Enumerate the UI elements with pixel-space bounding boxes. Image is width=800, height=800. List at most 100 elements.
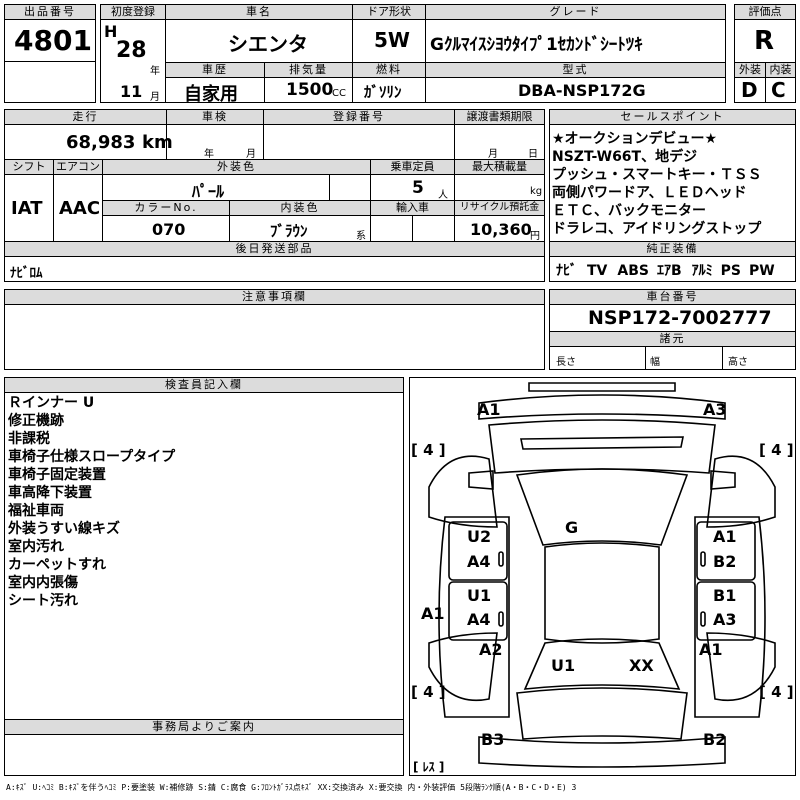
damage-mark: B2 bbox=[713, 552, 736, 571]
door-handle bbox=[498, 551, 504, 567]
ac-value: AAC bbox=[59, 198, 101, 219]
equipment-item: ABS bbox=[617, 263, 649, 279]
rear-bumper-shape bbox=[478, 736, 726, 768]
equipment-list: ﾅﾋﾞ TV ABS ｴｱB ｱﾙﾐ PS PW bbox=[556, 260, 775, 280]
inspector-line: カーペットすれ bbox=[8, 557, 106, 573]
transfer-month-unit: 月 bbox=[488, 149, 498, 160]
later-parts-cell bbox=[4, 256, 545, 282]
inspector-line: 室内汚れ bbox=[8, 539, 64, 555]
rear-window-shape bbox=[523, 638, 681, 690]
max-load-unit: kg bbox=[530, 186, 543, 197]
later-parts-value: ﾅﾋﾞﾛﾑ bbox=[10, 266, 43, 281]
fuel-value: ｶﾞｿﾘﾝ bbox=[364, 83, 402, 101]
shift-value: IAT bbox=[11, 198, 43, 219]
equipment-item: TV bbox=[587, 263, 608, 279]
sales-points-list: ★オークションデビュー★ NSZT-W66T、地デジ プッシュ・スマートキー・Ｔ… bbox=[552, 130, 762, 238]
right-mirror bbox=[710, 470, 736, 490]
roof-shape bbox=[544, 542, 660, 644]
damage-mark: A1 bbox=[713, 527, 737, 546]
recycle-label: リサイクル預託金 bbox=[454, 200, 545, 216]
front-bumper-shape bbox=[478, 394, 726, 420]
color-value: ﾊﾟｰﾙ bbox=[192, 182, 225, 201]
equipment-item: ｱﾙﾐ bbox=[691, 263, 713, 279]
specs-height: 高さ bbox=[728, 357, 748, 368]
lot-blank-cell bbox=[4, 61, 96, 103]
later-parts-label: 後日発送部品 bbox=[4, 241, 545, 257]
damage-mark: U1 bbox=[467, 586, 491, 605]
damage-mark: G bbox=[565, 518, 578, 537]
reg-no-cell bbox=[263, 124, 455, 160]
inspection-label: 車検 bbox=[166, 109, 264, 125]
model-value: DBA-NSP172G bbox=[518, 81, 646, 100]
sales-point-line: ★オークションデビュー★ bbox=[552, 131, 718, 147]
first-reg-year-unit: 年 bbox=[150, 66, 160, 77]
damage-mark: B3 bbox=[481, 730, 504, 749]
lot-label: 出品番号 bbox=[4, 4, 96, 20]
grade-value: Gｸﾙﾏｲｽｼﾖｳﾀｲﾌﾟ1ｾｶﾝﾄﾞｼｰﾄﾂｷ bbox=[430, 35, 643, 55]
first-reg-month-unit: 月 bbox=[150, 92, 160, 103]
import-label: 輸入車 bbox=[370, 200, 455, 216]
score-label: 評価点 bbox=[734, 4, 796, 20]
score-value: R bbox=[754, 26, 775, 56]
inspector-line: 車高降下装置 bbox=[8, 485, 92, 501]
windshield-stripe bbox=[520, 436, 684, 450]
ext-score-value: D bbox=[741, 78, 758, 102]
door-handle bbox=[700, 611, 706, 627]
transfer-day-unit: 日 bbox=[528, 149, 538, 160]
interior-label: 内装色 bbox=[229, 200, 371, 216]
first-reg-label: 初度登録 bbox=[100, 4, 166, 20]
equipment-item: ﾅﾋﾞ bbox=[556, 263, 577, 279]
specs-label: 諸元 bbox=[549, 331, 796, 347]
equipment-item: PS bbox=[720, 263, 741, 279]
history-value: 自家用 bbox=[184, 84, 238, 105]
inspector-line: 車椅子固定装置 bbox=[8, 467, 106, 483]
mileage-label: 走行 bbox=[4, 109, 167, 125]
recycle-value: 10,360 bbox=[470, 220, 532, 239]
max-load-label: 最大積載量 bbox=[454, 159, 545, 175]
door-value: 5W bbox=[374, 28, 410, 52]
import-sub-cell bbox=[412, 215, 455, 242]
damage-legend: A:ｷｽﾞ U:ﾍｺﾐ B:ｷｽﾞを伴うﾍｺﾐ P:要塗装 W:補修跡 S:錆 … bbox=[6, 783, 577, 792]
damage-mark: A4 bbox=[467, 610, 491, 629]
office-cell bbox=[4, 734, 404, 776]
displacement-value: 1500 bbox=[286, 80, 334, 100]
notes-label: 注意事項欄 bbox=[4, 289, 545, 305]
ext-score-label: 外装 bbox=[734, 62, 766, 78]
int-score-value: C bbox=[771, 78, 786, 102]
inspector-list: Ｒインナー U 修正機跡 非課税 車椅子仕様スロープタイプ 車椅子固定装置 車高… bbox=[8, 394, 175, 610]
damage-mark: U2 bbox=[467, 527, 491, 546]
shift-label: シフト bbox=[4, 159, 54, 175]
specs-length: 長さ bbox=[556, 357, 576, 368]
car-diagram: A1 A3 U2 A4 A1 B2 G U1 A4 B1 A3 A1 A2 A1… bbox=[411, 382, 794, 774]
history-label: 車歴 bbox=[165, 62, 265, 78]
first-reg-month: 11 bbox=[120, 82, 143, 101]
damage-mark: A2 bbox=[479, 640, 503, 659]
inspection-year-unit: 年 bbox=[204, 149, 214, 160]
damage-mark: A3 bbox=[713, 610, 737, 629]
damage-mark: B2 bbox=[703, 730, 726, 749]
damage-mark: A4 bbox=[467, 552, 491, 571]
grade-label: グレード bbox=[425, 4, 726, 20]
notes-cell bbox=[4, 304, 545, 370]
damage-mark: A1 bbox=[477, 400, 501, 419]
inspector-line: 福祉車両 bbox=[8, 503, 64, 519]
spare-tire: [ ﾚｽ ] bbox=[413, 760, 444, 774]
sales-point-line: プッシュ・スマートキー・ＴＳＳ bbox=[552, 167, 762, 183]
mileage-value: 68,983 bbox=[66, 132, 136, 153]
equipment-label: 純正装備 bbox=[549, 241, 796, 257]
color-no-label: カラーNo. bbox=[102, 200, 230, 216]
inspector-line: 室内内張傷 bbox=[8, 575, 78, 591]
capacity-unit: 人 bbox=[438, 190, 448, 201]
displacement-unit: CC bbox=[332, 88, 346, 99]
damage-mark: A1 bbox=[699, 640, 723, 659]
first-reg-year: 28 bbox=[116, 38, 147, 63]
capacity-label: 乗車定員 bbox=[370, 159, 455, 175]
color-label: 外装色 bbox=[102, 159, 371, 175]
equipment-item: ｴｱB bbox=[656, 263, 682, 279]
sales-point-line: NSZT-W66T、地デジ bbox=[552, 149, 698, 165]
model-label: 型式 bbox=[425, 62, 726, 78]
transfer-label: 譲渡書類期限 bbox=[454, 109, 545, 125]
chassis-value: NSP172-7002777 bbox=[588, 307, 772, 329]
damage-mark: A3 bbox=[703, 400, 727, 419]
fuel-label: 燃料 bbox=[352, 62, 426, 78]
